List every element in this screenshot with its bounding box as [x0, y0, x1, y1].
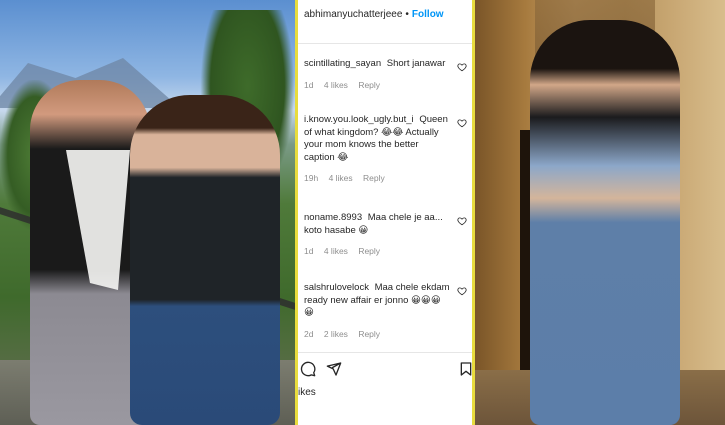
comment-item: scintillating_sayan Short janawar 1d 4 l…	[304, 58, 467, 90]
reply-button[interactable]: Reply	[358, 246, 380, 256]
comment-meta: 19h 4 likes Reply	[304, 173, 464, 183]
share-icon[interactable]	[326, 361, 342, 377]
comment-body: scintillating_sayan Short janawar	[304, 58, 464, 71]
comment-username[interactable]: i.know.you.look_ugly.but_i	[304, 114, 414, 125]
comment-meta: 2d 2 likes Reply	[304, 329, 464, 339]
comment-item: noname.8993 Maa chele je aa... koto hasa…	[304, 212, 467, 256]
comment-body: salshrulovelock Maa chele ekdam ready ne…	[304, 282, 464, 320]
comment-username[interactable]: salshrulovelock	[304, 282, 369, 293]
instagram-comments-panel: abhimanyuchatterjeee • Follow scintillat…	[295, 0, 475, 425]
comment-likes[interactable]: 4 likes	[329, 173, 353, 183]
post-header: abhimanyuchatterjeee • Follow	[298, 0, 472, 44]
post-action-bar: ikes	[298, 352, 472, 425]
comment-age: 19h	[304, 173, 319, 183]
right-photo	[475, 0, 725, 425]
post-author-username[interactable]: abhimanyuchatterjeee	[304, 9, 402, 20]
comment-icon[interactable]	[300, 361, 316, 377]
reply-button[interactable]: Reply	[358, 80, 380, 90]
left-photo	[0, 0, 295, 425]
heart-icon[interactable]	[457, 62, 467, 72]
heart-icon[interactable]	[457, 216, 467, 226]
reply-button[interactable]: Reply	[363, 173, 385, 183]
header-separator: •	[405, 9, 409, 20]
comment-age: 1d	[304, 246, 314, 256]
comment-likes[interactable]: 4 likes	[324, 246, 348, 256]
follow-button[interactable]: Follow	[412, 9, 444, 20]
comment-text: Short janawar	[386, 58, 446, 69]
comment-age: 2d	[304, 328, 314, 339]
comment-meta: 1d 4 likes Reply	[304, 246, 464, 256]
comment-likes[interactable]: 2 likes	[324, 329, 348, 339]
comment-username[interactable]: scintillating_sayan	[304, 58, 381, 69]
comment-body: noname.8993 Maa chele je aa... koto hasa…	[304, 212, 464, 237]
likes-count[interactable]: ikes	[298, 387, 316, 398]
boy-figure	[130, 95, 280, 425]
comment-item: i.know.you.look_ugly.but_i Queen of what…	[304, 114, 467, 183]
bookmark-icon[interactable]	[458, 361, 474, 377]
reply-button[interactable]: Reply	[358, 329, 380, 339]
comment-username[interactable]: noname.8993	[304, 212, 362, 223]
heart-icon[interactable]	[457, 286, 467, 296]
couple-figure	[530, 20, 680, 425]
comment-body: i.know.you.look_ugly.but_i Queen of what…	[304, 114, 464, 164]
comment-age: 1d	[304, 79, 314, 90]
comment-meta: 1d 4 likes Reply	[304, 80, 464, 90]
heart-icon[interactable]	[457, 118, 467, 128]
comment-item: salshrulovelock Maa chele ekdam ready ne…	[304, 282, 467, 339]
comment-likes[interactable]: 4 likes	[324, 80, 348, 90]
